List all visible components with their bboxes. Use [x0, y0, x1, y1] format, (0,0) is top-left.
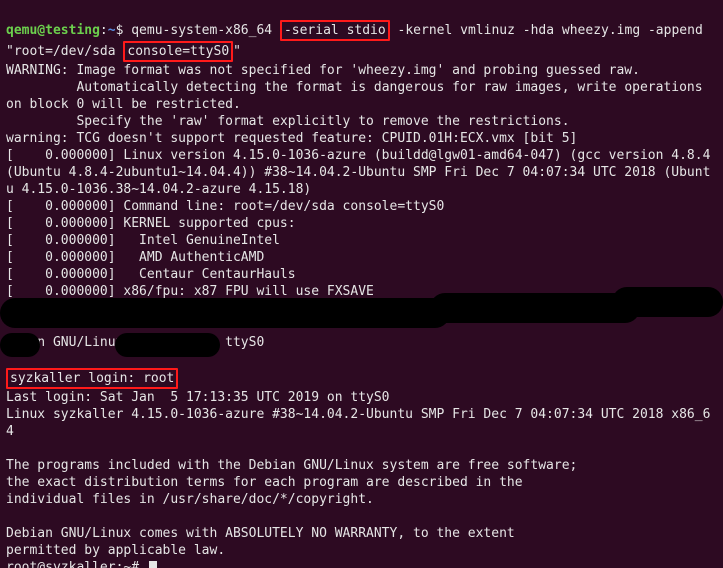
highlight-serial-text: -serial stdio	[284, 23, 386, 38]
output-line: [ 0.000000] Command line: root=/dev/sda …	[6, 199, 444, 214]
highlight-console-text: console=ttyS0	[127, 44, 229, 59]
root-prompt[interactable]: root@syzkaller:~#	[6, 560, 147, 568]
highlight-login: syzkaller login: root	[6, 368, 178, 389]
redaction-blob	[430, 293, 640, 323]
redaction-blob	[612, 287, 723, 317]
output-line: WARNING: Image format was not specified …	[6, 63, 640, 78]
output-line: permitted by applicable law.	[6, 543, 225, 558]
output-line: [ 0.000000] Centaur CentaurHauls	[6, 267, 296, 282]
prompt-colon: :	[100, 23, 108, 38]
redaction-blob	[0, 298, 450, 328]
output-line: Automatically detecting the format is da…	[6, 80, 710, 112]
output-line: the exact distribution terms for each pr…	[6, 475, 523, 490]
prompt-path: ~	[108, 23, 116, 38]
output-line: Specify the 'raw' format explicitly to r…	[6, 114, 570, 129]
prompt-user-host: qemu@testing	[6, 23, 100, 38]
output-line: [ 0.000000] x86/fpu: x87 FPU will use FX…	[6, 284, 374, 299]
command-part3: "	[233, 44, 241, 59]
cursor	[149, 561, 157, 568]
output-line: The programs included with the Debian GN…	[6, 458, 577, 473]
highlight-serial-stdio: -serial stdio	[280, 20, 390, 41]
output-line: warning: TCG doesn't support requested f…	[6, 131, 577, 146]
login-value: root	[143, 371, 174, 386]
output-line: individual files in /usr/share/doc/*/cop…	[6, 492, 374, 507]
output-line: [ 0.000000] Intel GenuineIntel	[6, 233, 280, 248]
output-line: [ 0.000000] AMD AuthenticAMD	[6, 250, 264, 265]
output-line: Last login: Sat Jan 5 17:13:35 UTC 2019 …	[6, 390, 390, 405]
terminal-window[interactable]: qemu@testing:~$ qemu-system-x86_64 -seri…	[0, 0, 723, 568]
prompt-dollar: $	[116, 23, 132, 38]
output-line: Debian GNU/Linux comes with ABSOLUTELY N…	[6, 526, 515, 541]
output-line: Linux syzkaller 4.15.0-1036-azure #38~14…	[6, 407, 710, 439]
redaction-blob	[115, 333, 220, 357]
redaction-blob	[0, 333, 40, 357]
output-line: [ 0.000000] KERNEL supported cpus:	[6, 216, 296, 231]
login-prompt: syzkaller login:	[10, 371, 143, 386]
output-line: [ 0.000000] Linux version 4.15.0-1036-az…	[6, 148, 718, 197]
command-part1: qemu-system-x86_64	[131, 23, 280, 38]
highlight-console-ttys0: console=ttyS0	[123, 41, 233, 62]
